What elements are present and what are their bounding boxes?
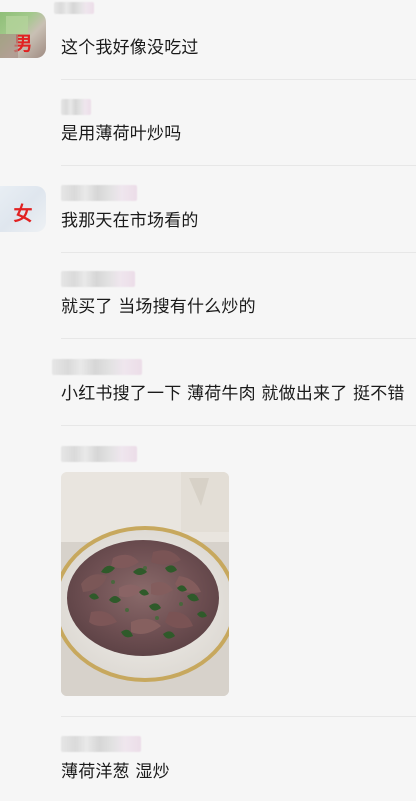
divider (61, 425, 416, 426)
username-blurred[interactable] (61, 185, 137, 201)
comment-thread: 男 这个我好像没吃过 是用薄荷叶炒吗 女 我那天在市场看的 就买了 当场搜有什么… (0, 0, 416, 801)
username-blurred[interactable] (61, 736, 141, 752)
username-blurred[interactable] (61, 271, 135, 287)
username-blurred[interactable] (61, 99, 91, 115)
comment-text: 这个我好像没吃过 (61, 38, 199, 58)
stir-fried-mint-beef-photo[interactable] (61, 472, 229, 696)
divider (61, 716, 416, 717)
comment-text: 薄荷洋葱 湿炒 (61, 762, 170, 782)
comment-text: 我那天在市场看的 (61, 211, 199, 231)
divider (61, 165, 416, 166)
avatar-female[interactable]: 女 (0, 186, 46, 232)
avatar-male[interactable]: 男 (0, 12, 46, 58)
comment-text: 小红书搜了一下 薄荷牛肉 就做出来了 挺不错 (61, 384, 405, 404)
comment-text: 就买了 当场搜有什么炒的 (61, 297, 256, 317)
username-blurred[interactable] (54, 2, 94, 14)
divider (61, 338, 416, 339)
gender-badge-female: 女 (13, 203, 33, 225)
divider (61, 79, 416, 80)
username-blurred[interactable] (61, 446, 137, 462)
username-blurred[interactable] (52, 359, 142, 375)
comment-text: 是用薄荷叶炒吗 (61, 124, 182, 144)
divider (61, 252, 416, 253)
gender-badge-male: 男 (13, 33, 33, 55)
